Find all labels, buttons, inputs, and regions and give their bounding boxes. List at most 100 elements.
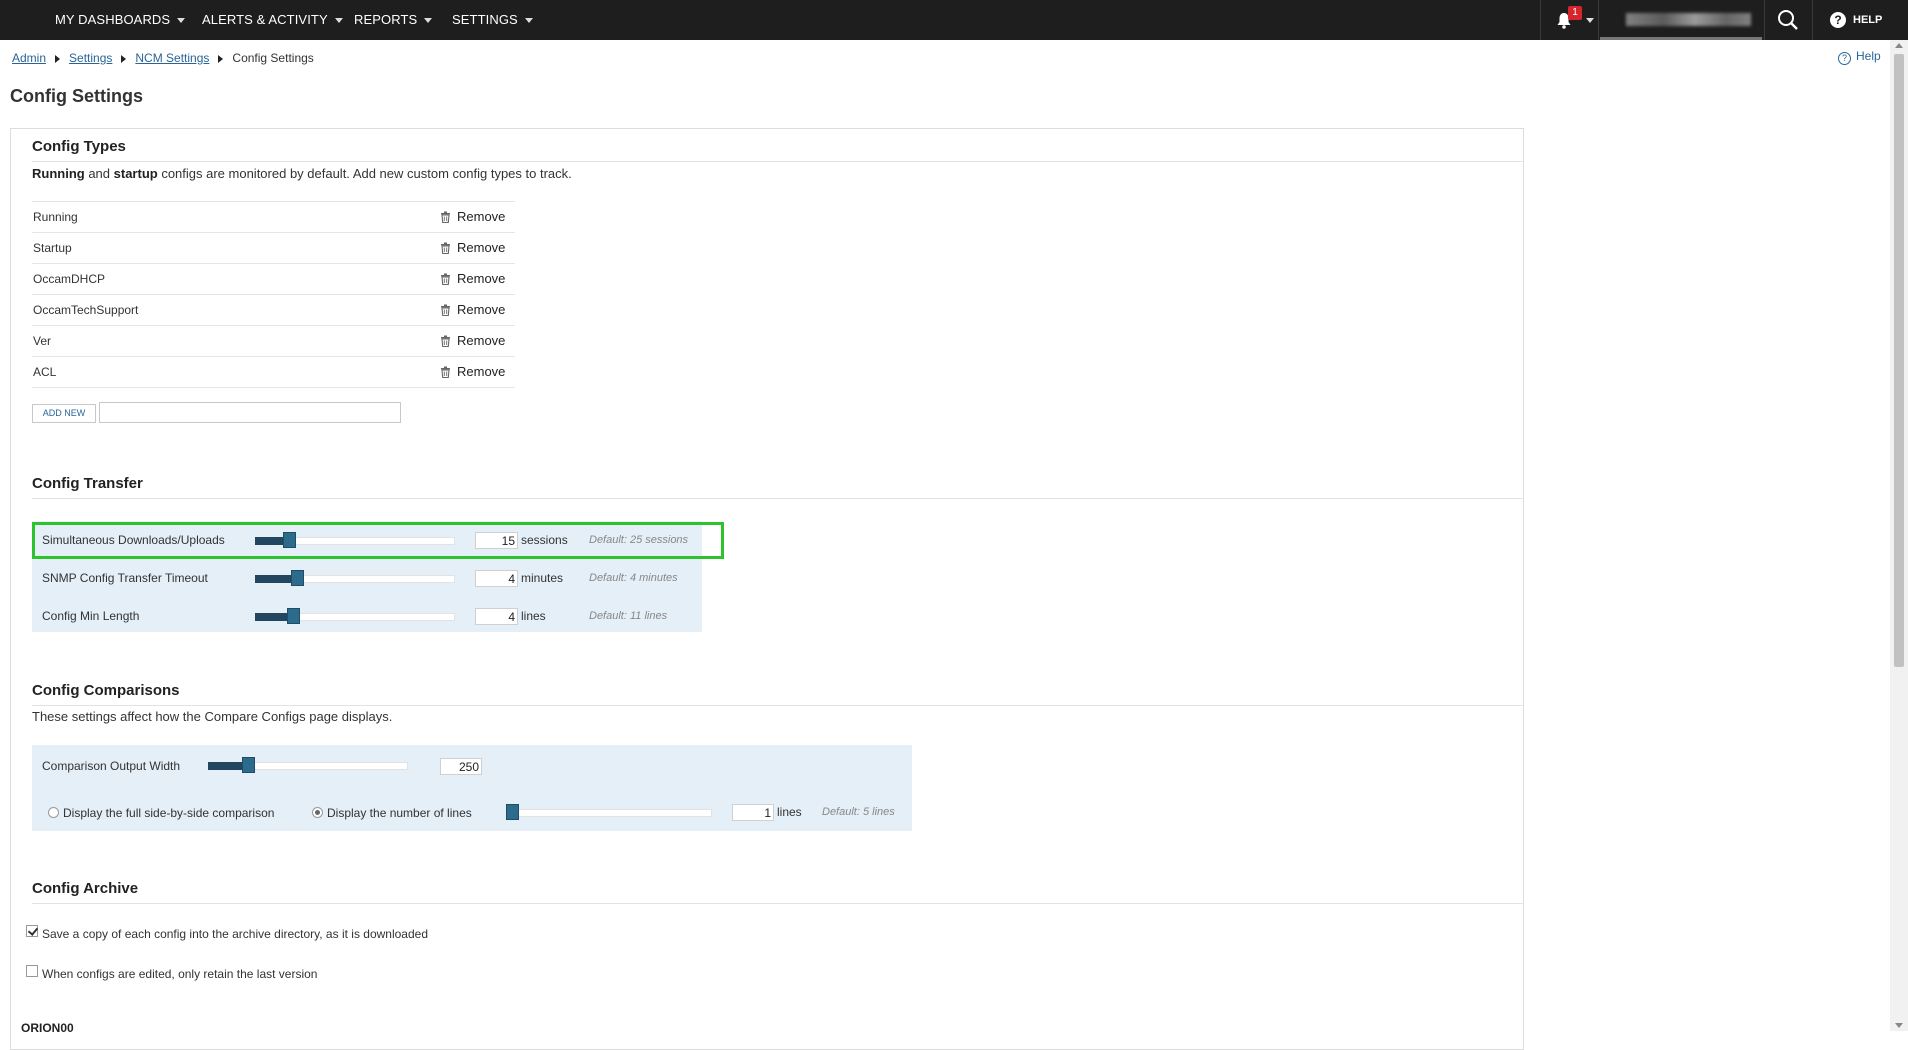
config-min-length-default: Default: 11 lines (589, 610, 668, 622)
scroll-up-arrow-icon[interactable] (1895, 43, 1903, 48)
breadcrumb-admin[interactable]: Admin (12, 51, 46, 65)
config-types-description: Running and startup configs are monitore… (32, 166, 572, 181)
number-of-lines-default: Default: 5 lines (822, 806, 895, 818)
full-comparison-label: Display the full side-by-side comparison (63, 806, 275, 820)
config-min-length-slider[interactable] (255, 608, 455, 624)
section-divider (32, 903, 1524, 904)
config-types-table: Running Remove Startup Remove OccamDHCP Remov… (32, 201, 515, 388)
comparison-output-width-label: Comparison Output Width (42, 759, 181, 773)
scroll-down-arrow-icon[interactable] (1895, 1023, 1903, 1028)
snmp-transfer-timeout-input[interactable] (475, 570, 518, 587)
page-title: Config Settings (10, 86, 143, 106)
breadcrumb-current: Config Settings (232, 51, 314, 65)
question-icon: ? (1830, 12, 1846, 28)
remove-config-type-button[interactable]: Remove (440, 233, 505, 263)
trash-icon (441, 273, 450, 286)
remove-label: Remove (457, 333, 506, 348)
top-navigation-bar: MY DASHBOARDS ALERTS & ACTIVITY REPORTS … (0, 0, 1908, 40)
config-type-name: Startup (33, 241, 72, 255)
settings-panel: Config Types Running and startup configs… (10, 128, 1524, 1050)
config-type-row: OccamTechSupport Remove (32, 295, 515, 326)
nav-alerts-activity[interactable]: ALERTS & ACTIVITY (202, 0, 343, 40)
snmp-transfer-timeout-unit: minutes (521, 571, 564, 585)
nav-settings[interactable]: SETTINGS (452, 0, 533, 40)
remove-label: Remove (457, 209, 506, 224)
add-new-config-type-input[interactable] (99, 402, 401, 423)
config-type-row: Running Remove (32, 202, 515, 233)
config-type-name: OccamDHCP (33, 272, 106, 286)
config-min-length-label: Config Min Length (42, 609, 140, 623)
remove-config-type-button[interactable]: Remove (440, 357, 505, 387)
slider-handle[interactable] (291, 570, 304, 586)
nav-my-dashboards[interactable]: MY DASHBOARDS (55, 0, 186, 40)
save-copy-checkbox[interactable] (26, 925, 38, 937)
number-of-lines-slider[interactable] (506, 804, 712, 820)
archive-server-label: ORION00 (21, 1021, 74, 1035)
desc-and: and (84, 166, 114, 181)
nav-settings-label: SETTINGS (452, 12, 518, 27)
search-icon (1778, 10, 1798, 30)
remove-config-type-button[interactable]: Remove (440, 202, 505, 232)
notifications-button[interactable]: 1 (1552, 0, 1596, 40)
desc-startup: startup (113, 166, 158, 181)
config-archive-title: Config Archive (32, 880, 139, 897)
breadcrumb-settings[interactable]: Settings (69, 51, 112, 65)
help-label: HELP (1853, 14, 1883, 26)
desc-rest: configs are monitored by default. Add ne… (157, 166, 572, 181)
number-of-lines-label: Display the number of lines (327, 806, 472, 820)
config-transfer-title: Config Transfer (32, 475, 143, 492)
trash-icon (441, 366, 450, 379)
remove-label: Remove (457, 271, 506, 286)
breadcrumb-ncm-settings[interactable]: NCM Settings (135, 51, 209, 65)
number-of-lines-input[interactable] (732, 804, 774, 821)
slider-handle[interactable] (506, 804, 519, 820)
remove-label: Remove (457, 302, 506, 317)
snmp-transfer-timeout-slider[interactable] (255, 570, 455, 586)
section-divider (32, 498, 1524, 499)
comparison-output-width-slider[interactable] (208, 757, 408, 773)
remove-label: Remove (457, 364, 506, 379)
nav-divider (1764, 0, 1765, 40)
config-types-title: Config Types (32, 138, 126, 155)
config-type-name: Running (33, 210, 78, 224)
chevron-right-icon (218, 54, 224, 63)
remove-config-type-button[interactable]: Remove (440, 295, 505, 325)
full-comparison-radio[interactable] (48, 807, 59, 818)
page-scrollbar[interactable] (1890, 40, 1908, 1031)
question-icon: ? (1838, 52, 1851, 65)
slider-handle[interactable] (287, 608, 300, 624)
user-account-menu[interactable] (1600, 0, 1762, 40)
slider-track (506, 809, 712, 817)
add-new-button[interactable]: ADD NEW (32, 404, 96, 423)
nav-divider (1598, 0, 1599, 40)
page-help-link[interactable]: ? Help (1838, 49, 1881, 65)
chevron-right-icon (121, 54, 127, 63)
config-type-row: Startup Remove (32, 233, 515, 264)
chevron-down-icon (1586, 18, 1594, 23)
help-menu-button[interactable]: ? HELP (1828, 0, 1898, 40)
trash-icon (441, 304, 450, 317)
user-menu-underline (1600, 37, 1762, 40)
nav-divider (1540, 0, 1541, 40)
remove-config-type-button[interactable]: Remove (440, 264, 505, 294)
snmp-transfer-timeout-default: Default: 4 minutes (589, 572, 678, 584)
highlight-box (32, 522, 724, 559)
section-divider (32, 705, 1524, 706)
config-min-length-input[interactable] (475, 608, 518, 625)
trash-icon (441, 242, 450, 255)
nav-reports[interactable]: REPORTS (354, 0, 433, 40)
scrollbar-thumb[interactable] (1894, 54, 1904, 667)
number-of-lines-radio[interactable] (312, 807, 323, 818)
number-of-lines-unit: lines (777, 805, 802, 819)
comparison-output-width-input[interactable] (440, 758, 482, 775)
snmp-transfer-timeout-label: SNMP Config Transfer Timeout (42, 571, 208, 585)
desc-running: Running (32, 166, 85, 181)
remove-config-type-button[interactable]: Remove (440, 326, 505, 356)
slider-handle[interactable] (242, 757, 255, 773)
search-button[interactable] (1770, 0, 1804, 40)
nav-my-dashboards-label: MY DASHBOARDS (55, 12, 171, 27)
retain-last-version-checkbox[interactable] (26, 965, 38, 977)
config-type-row: Ver Remove (32, 326, 515, 357)
config-type-name: OccamTechSupport (33, 303, 139, 317)
config-comparisons-title: Config Comparisons (32, 682, 180, 699)
